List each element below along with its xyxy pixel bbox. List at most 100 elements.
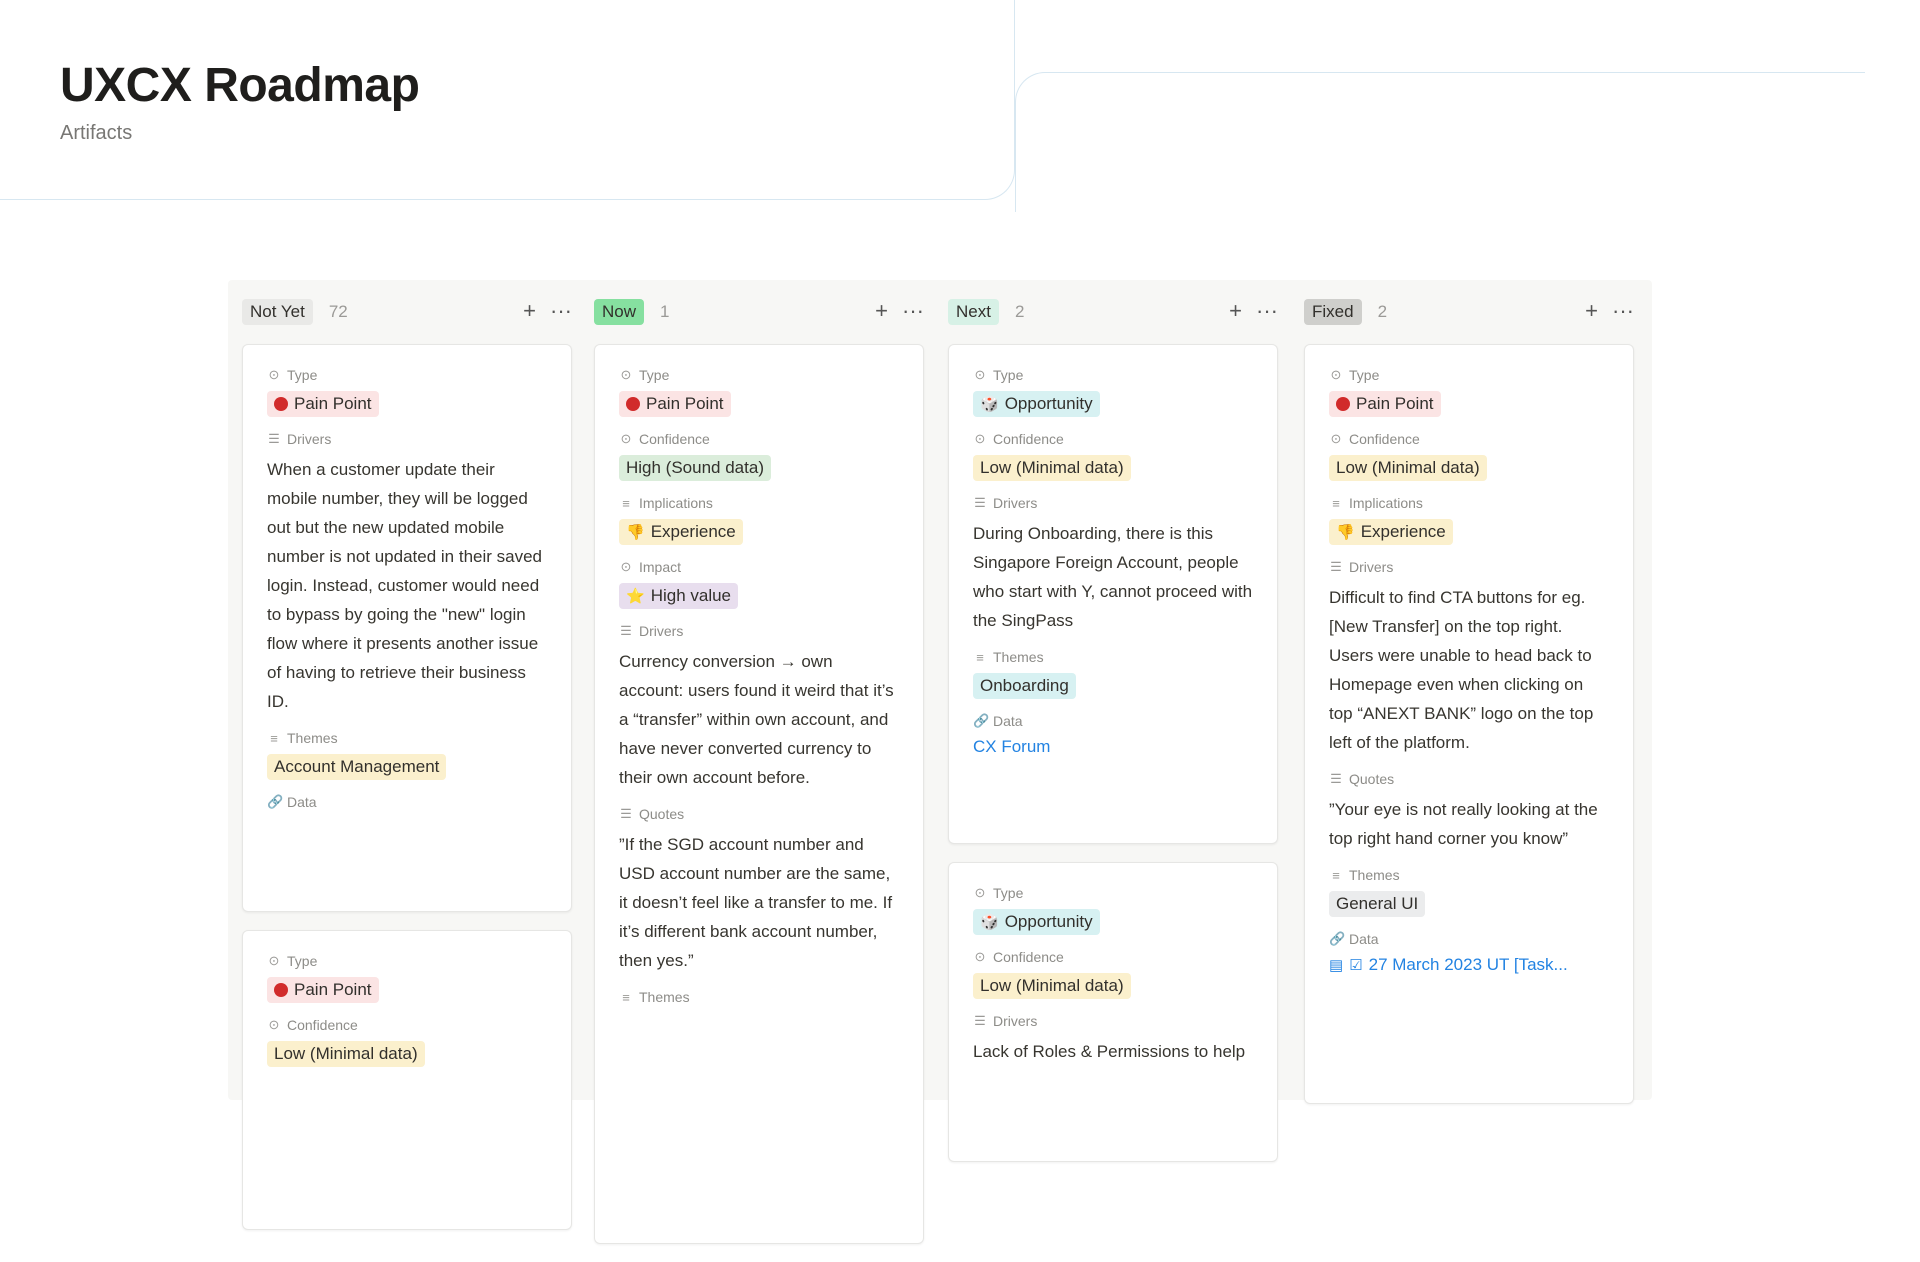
quotes-text: ”If the SGD account number and USD accou…: [619, 835, 893, 970]
prop-label: Type: [993, 885, 1024, 901]
red-circle-icon: [274, 397, 288, 411]
prop-label: Drivers: [287, 431, 332, 447]
implications-tag[interactable]: 👎 Experience: [1329, 519, 1453, 545]
implications-tag[interactable]: 👎 Experience: [619, 519, 743, 545]
prop-label: Drivers: [993, 1013, 1038, 1029]
prop-label: Quotes: [1349, 771, 1395, 787]
add-icon[interactable]: +: [523, 300, 536, 322]
prop-label: Confidence: [993, 949, 1064, 965]
select-icon: ⊙: [620, 559, 632, 574]
add-icon[interactable]: +: [1585, 300, 1598, 322]
column-label[interactable]: Not Yet: [242, 299, 313, 325]
confidence-tag[interactable]: Low (Minimal data): [973, 455, 1131, 481]
column-next: Next 2 + ··· ⊙ Type 🎲 Opportunity ⊙ Confide…: [948, 280, 1278, 1180]
text-icon: ☰: [620, 806, 632, 821]
column-count: 2: [1377, 302, 1388, 321]
column-header: Now 1 + ···: [594, 280, 924, 344]
add-icon[interactable]: +: [1229, 300, 1242, 322]
page-title: UXCX Roadmap: [60, 59, 420, 112]
column-count: 2: [1014, 302, 1025, 321]
page-subtitle: Artifacts: [60, 122, 133, 144]
prop-label: Data: [1349, 931, 1379, 947]
dice-icon: 🎲: [980, 914, 999, 931]
list-icon: ≡: [976, 649, 984, 665]
quotes-text: ”Your eye is not really looking at the t…: [1329, 800, 1598, 848]
theme-tag[interactable]: General UI: [1329, 891, 1426, 917]
card[interactable]: ⊙ Type 🎲 Opportunity ⊙ Confidence Low (Mini…: [948, 862, 1278, 1162]
header-decoration-right: [1015, 72, 1865, 212]
card[interactable]: ⊙ Type Pain Point ⊙ Confidence High (Sound…: [594, 344, 924, 1244]
type-tag[interactable]: Pain Point: [267, 391, 379, 417]
list-icon: ≡: [622, 989, 630, 1005]
drivers-text: Currency conversion → own account: users…: [619, 652, 894, 787]
tag-label: Pain Point: [294, 980, 372, 999]
star-icon: ⭐: [626, 588, 645, 605]
prop-label: Impact: [639, 559, 682, 575]
column-label[interactable]: Fixed: [1304, 299, 1362, 325]
card[interactable]: ⊙ Type Pain Point ☰ Drivers When a custome…: [242, 344, 572, 912]
link-icon: 🔗: [267, 794, 284, 809]
more-icon[interactable]: ···: [550, 300, 572, 322]
select-icon: ⊙: [1330, 367, 1342, 382]
more-icon[interactable]: ···: [902, 300, 924, 322]
card[interactable]: ⊙ Type Pain Point ⊙ Confidence Low (Minima…: [1304, 344, 1634, 1104]
select-icon: ⊙: [268, 367, 280, 382]
card[interactable]: ⊙ Type Pain Point ⊙ Confidence Low (Minima…: [242, 930, 572, 1230]
data-link[interactable]: 27 March 2023 UT [Task...: [1369, 955, 1568, 974]
select-icon: ⊙: [974, 949, 986, 964]
confidence-tag[interactable]: Low (Minimal data): [973, 973, 1131, 999]
prop-label: Type: [639, 367, 670, 383]
prop-label: Data: [287, 794, 317, 810]
select-icon: ⊙: [268, 1017, 280, 1032]
prop-label: Drivers: [1349, 559, 1394, 575]
column-header: Not Yet 72 + ···: [242, 280, 572, 344]
theme-tag[interactable]: Onboarding: [973, 673, 1076, 699]
confidence-tag[interactable]: High (Sound data): [619, 455, 771, 481]
confidence-tag[interactable]: Low (Minimal data): [1329, 455, 1487, 481]
prop-label: Type: [993, 367, 1024, 383]
select-icon: ⊙: [620, 367, 632, 382]
page-icon: ▤: [1329, 957, 1344, 974]
tag-label: Opportunity: [1004, 912, 1093, 931]
list-icon: ≡: [1332, 495, 1340, 511]
theme-tag[interactable]: Account Management: [267, 754, 447, 780]
prop-label: Type: [287, 953, 318, 969]
more-icon[interactable]: ···: [1612, 300, 1634, 322]
prop-label: Implications: [1349, 495, 1423, 511]
card[interactable]: ⊙ Type 🎲 Opportunity ⊙ Confidence Low (Mini…: [948, 344, 1278, 844]
drivers-text: When a customer update their mobile numb…: [267, 460, 543, 711]
add-icon[interactable]: +: [875, 300, 888, 322]
type-tag[interactable]: 🎲 Opportunity: [973, 391, 1100, 417]
data-link[interactable]: CX Forum: [973, 737, 1050, 756]
type-tag[interactable]: Pain Point: [619, 391, 731, 417]
red-circle-icon: [274, 983, 288, 997]
tag-label: Pain Point: [294, 394, 372, 413]
prop-label: Data: [993, 713, 1023, 729]
link-icon: 🔗: [1329, 931, 1346, 946]
kanban-board: Not Yet 72 + ··· ⊙ Type Pain Point ☰ Drive…: [228, 280, 1652, 1244]
thumbs-down-icon: 👎: [1336, 524, 1355, 541]
select-icon: ⊙: [268, 953, 280, 968]
column-label[interactable]: Now: [594, 299, 645, 325]
prop-label: Quotes: [639, 806, 685, 822]
text-icon: ☰: [974, 495, 986, 510]
prop-label: Confidence: [639, 431, 710, 447]
tag-label: Pain Point: [646, 394, 724, 413]
impact-tag[interactable]: ⭐ High value: [619, 583, 739, 609]
more-icon[interactable]: ···: [1256, 300, 1278, 322]
column-count: 1: [660, 302, 670, 321]
column-now: Now 1 + ··· ⊙ Type Pain Point ⊙ Confidence…: [594, 280, 924, 1262]
type-tag[interactable]: Pain Point: [267, 977, 379, 1003]
type-tag[interactable]: 🎲 Opportunity: [973, 909, 1100, 935]
select-icon: ⊙: [974, 431, 986, 446]
list-icon: ≡: [270, 730, 278, 746]
list-icon: ≡: [622, 495, 630, 511]
column-label[interactable]: Next: [948, 299, 999, 325]
tag-label: High value: [650, 586, 732, 605]
checkbox-icon: ☑: [1349, 957, 1363, 974]
confidence-tag[interactable]: Low (Minimal data): [267, 1041, 425, 1067]
column-header: Fixed 2 + ···: [1304, 280, 1634, 344]
tag-label: Pain Point: [1356, 394, 1434, 413]
drivers-text: Difficult to find CTA buttons for eg. [N…: [1329, 588, 1594, 752]
type-tag[interactable]: Pain Point: [1329, 391, 1441, 417]
